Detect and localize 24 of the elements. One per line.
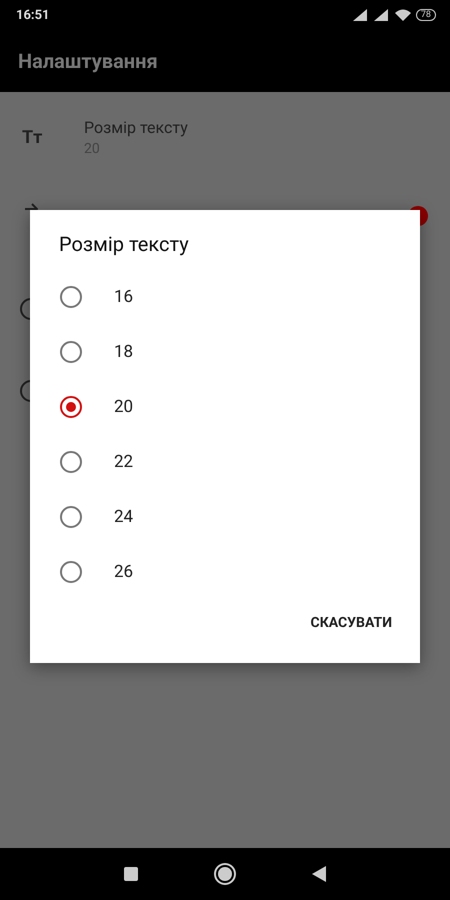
back-icon[interactable] [312, 866, 326, 882]
battery-level: 78 [416, 9, 436, 21]
dialog-title: Розмір тексту [58, 232, 190, 256]
screen-title: Налаштування [18, 49, 158, 73]
size-option[interactable]: 16 [30, 269, 420, 324]
signal-icon [352, 9, 369, 21]
setting-title: Розмір тексту [84, 118, 188, 136]
size-option[interactable]: 26 [30, 544, 420, 599]
radio-button[interactable] [60, 340, 82, 362]
signal-icon [374, 9, 390, 21]
text-size-icon: Tт [22, 126, 84, 148]
home-icon[interactable] [218, 867, 232, 881]
radio-button[interactable] [60, 506, 82, 528]
size-option[interactable]: 24 [30, 489, 420, 544]
wifi-icon [394, 9, 411, 21]
size-option[interactable]: 22 [30, 434, 420, 489]
size-option[interactable]: 18 [30, 324, 420, 379]
radio-button[interactable] [60, 396, 82, 418]
radio-button[interactable] [60, 450, 82, 472]
cancel-button[interactable]: СКАСУВАТИ [300, 607, 402, 639]
radio-button[interactable] [60, 286, 82, 308]
radio-button[interactable] [60, 560, 82, 582]
size-option[interactable]: 20 [30, 379, 420, 434]
status-time: 16:51 [16, 8, 50, 22]
